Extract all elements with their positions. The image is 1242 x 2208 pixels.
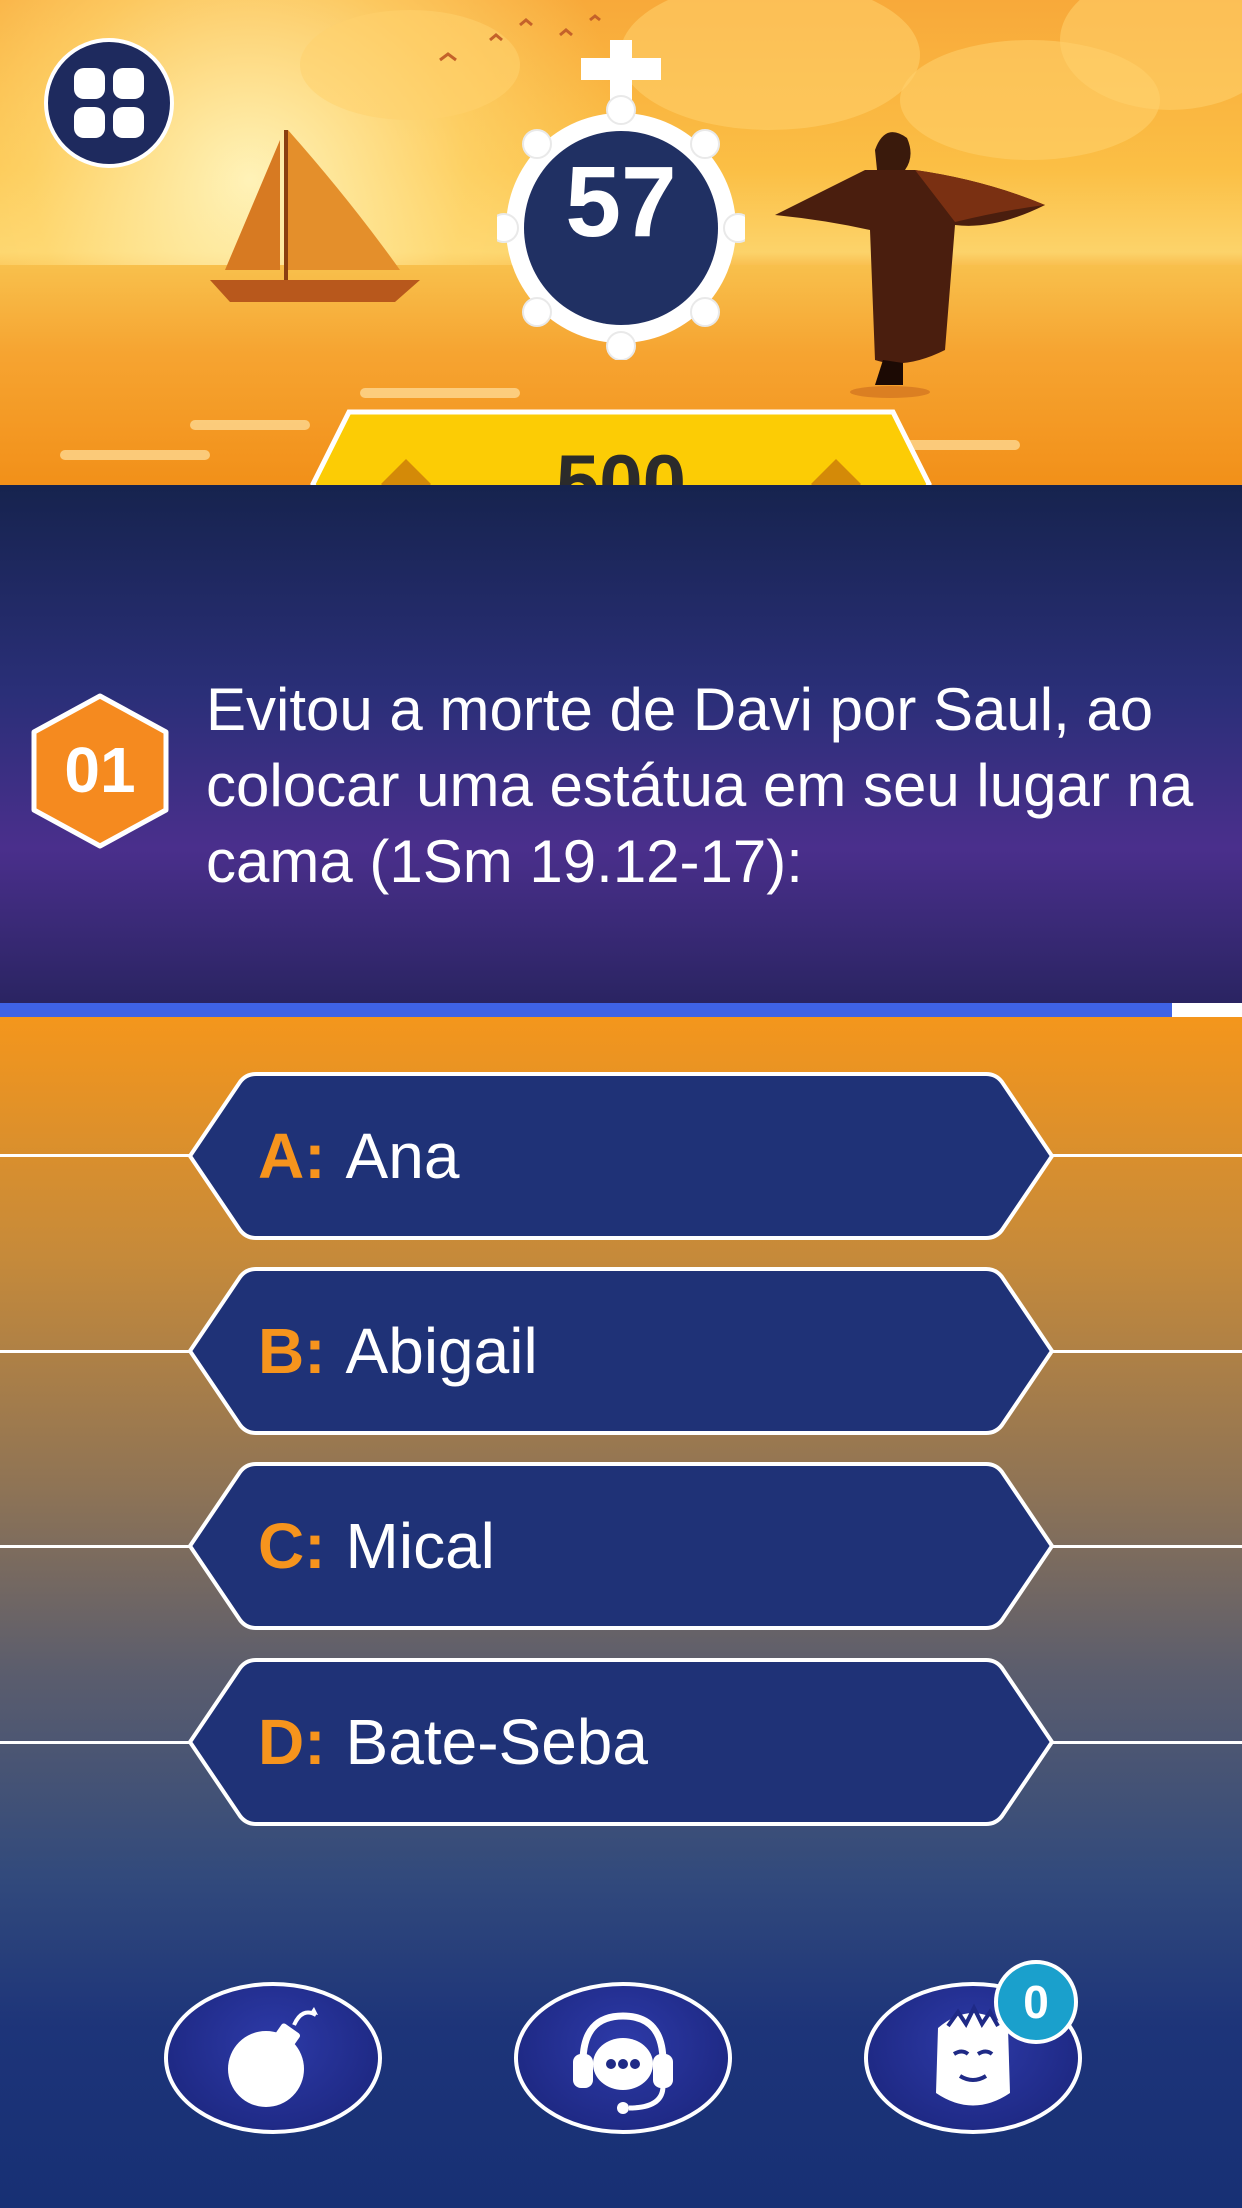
menu-button[interactable]	[44, 38, 174, 168]
question-text: Evitou a morte de Davi por Saul, ao colo…	[206, 676, 1194, 895]
bomb-lifeline-button[interactable]	[164, 1982, 382, 2134]
timer-value: 57	[565, 146, 677, 258]
question-number: 01	[64, 734, 136, 806]
answer-option-d[interactable]: D: Bate-Seba	[186, 1656, 1056, 1828]
answer-label: B: Abigail	[258, 1265, 538, 1437]
answer-option-c[interactable]: C: Mical	[186, 1460, 1056, 1632]
menu-grid-cell	[113, 107, 144, 138]
answer-text: Ana	[345, 1120, 460, 1192]
time-progress-fill	[0, 1003, 1173, 1017]
answer-text: Abigail	[345, 1315, 538, 1387]
bomb-icon	[228, 2007, 318, 2107]
answer-option-a[interactable]: A: Ana	[186, 1070, 1056, 1242]
wave	[190, 420, 310, 430]
answer-label: C: Mical	[258, 1460, 495, 1632]
menu-grid-cell	[74, 107, 105, 138]
answer-letter: B:	[258, 1315, 326, 1387]
menu-grid-cell	[113, 68, 144, 99]
answer-letter: A:	[258, 1120, 326, 1192]
help-lifeline-button[interactable]	[514, 1982, 732, 2134]
answer-text: Mical	[345, 1510, 495, 1582]
answer-label: A: Ana	[258, 1070, 459, 1242]
jesus-figure-icon	[775, 132, 1045, 398]
answer-letter: C:	[258, 1510, 326, 1582]
menu-grid-cell	[74, 68, 105, 99]
jesus-lifeline-count: 0	[994, 1960, 1078, 2044]
answer-letter: D:	[258, 1706, 326, 1778]
answer-text: Bate-Seba	[345, 1706, 648, 1778]
wave	[60, 450, 210, 460]
chat-headset-icon	[573, 2012, 673, 2114]
wave	[360, 388, 520, 398]
answer-option-b[interactable]: B: Abigail	[186, 1265, 1056, 1437]
answer-label: D: Bate-Seba	[258, 1656, 648, 1828]
sailboat-icon	[210, 130, 420, 302]
